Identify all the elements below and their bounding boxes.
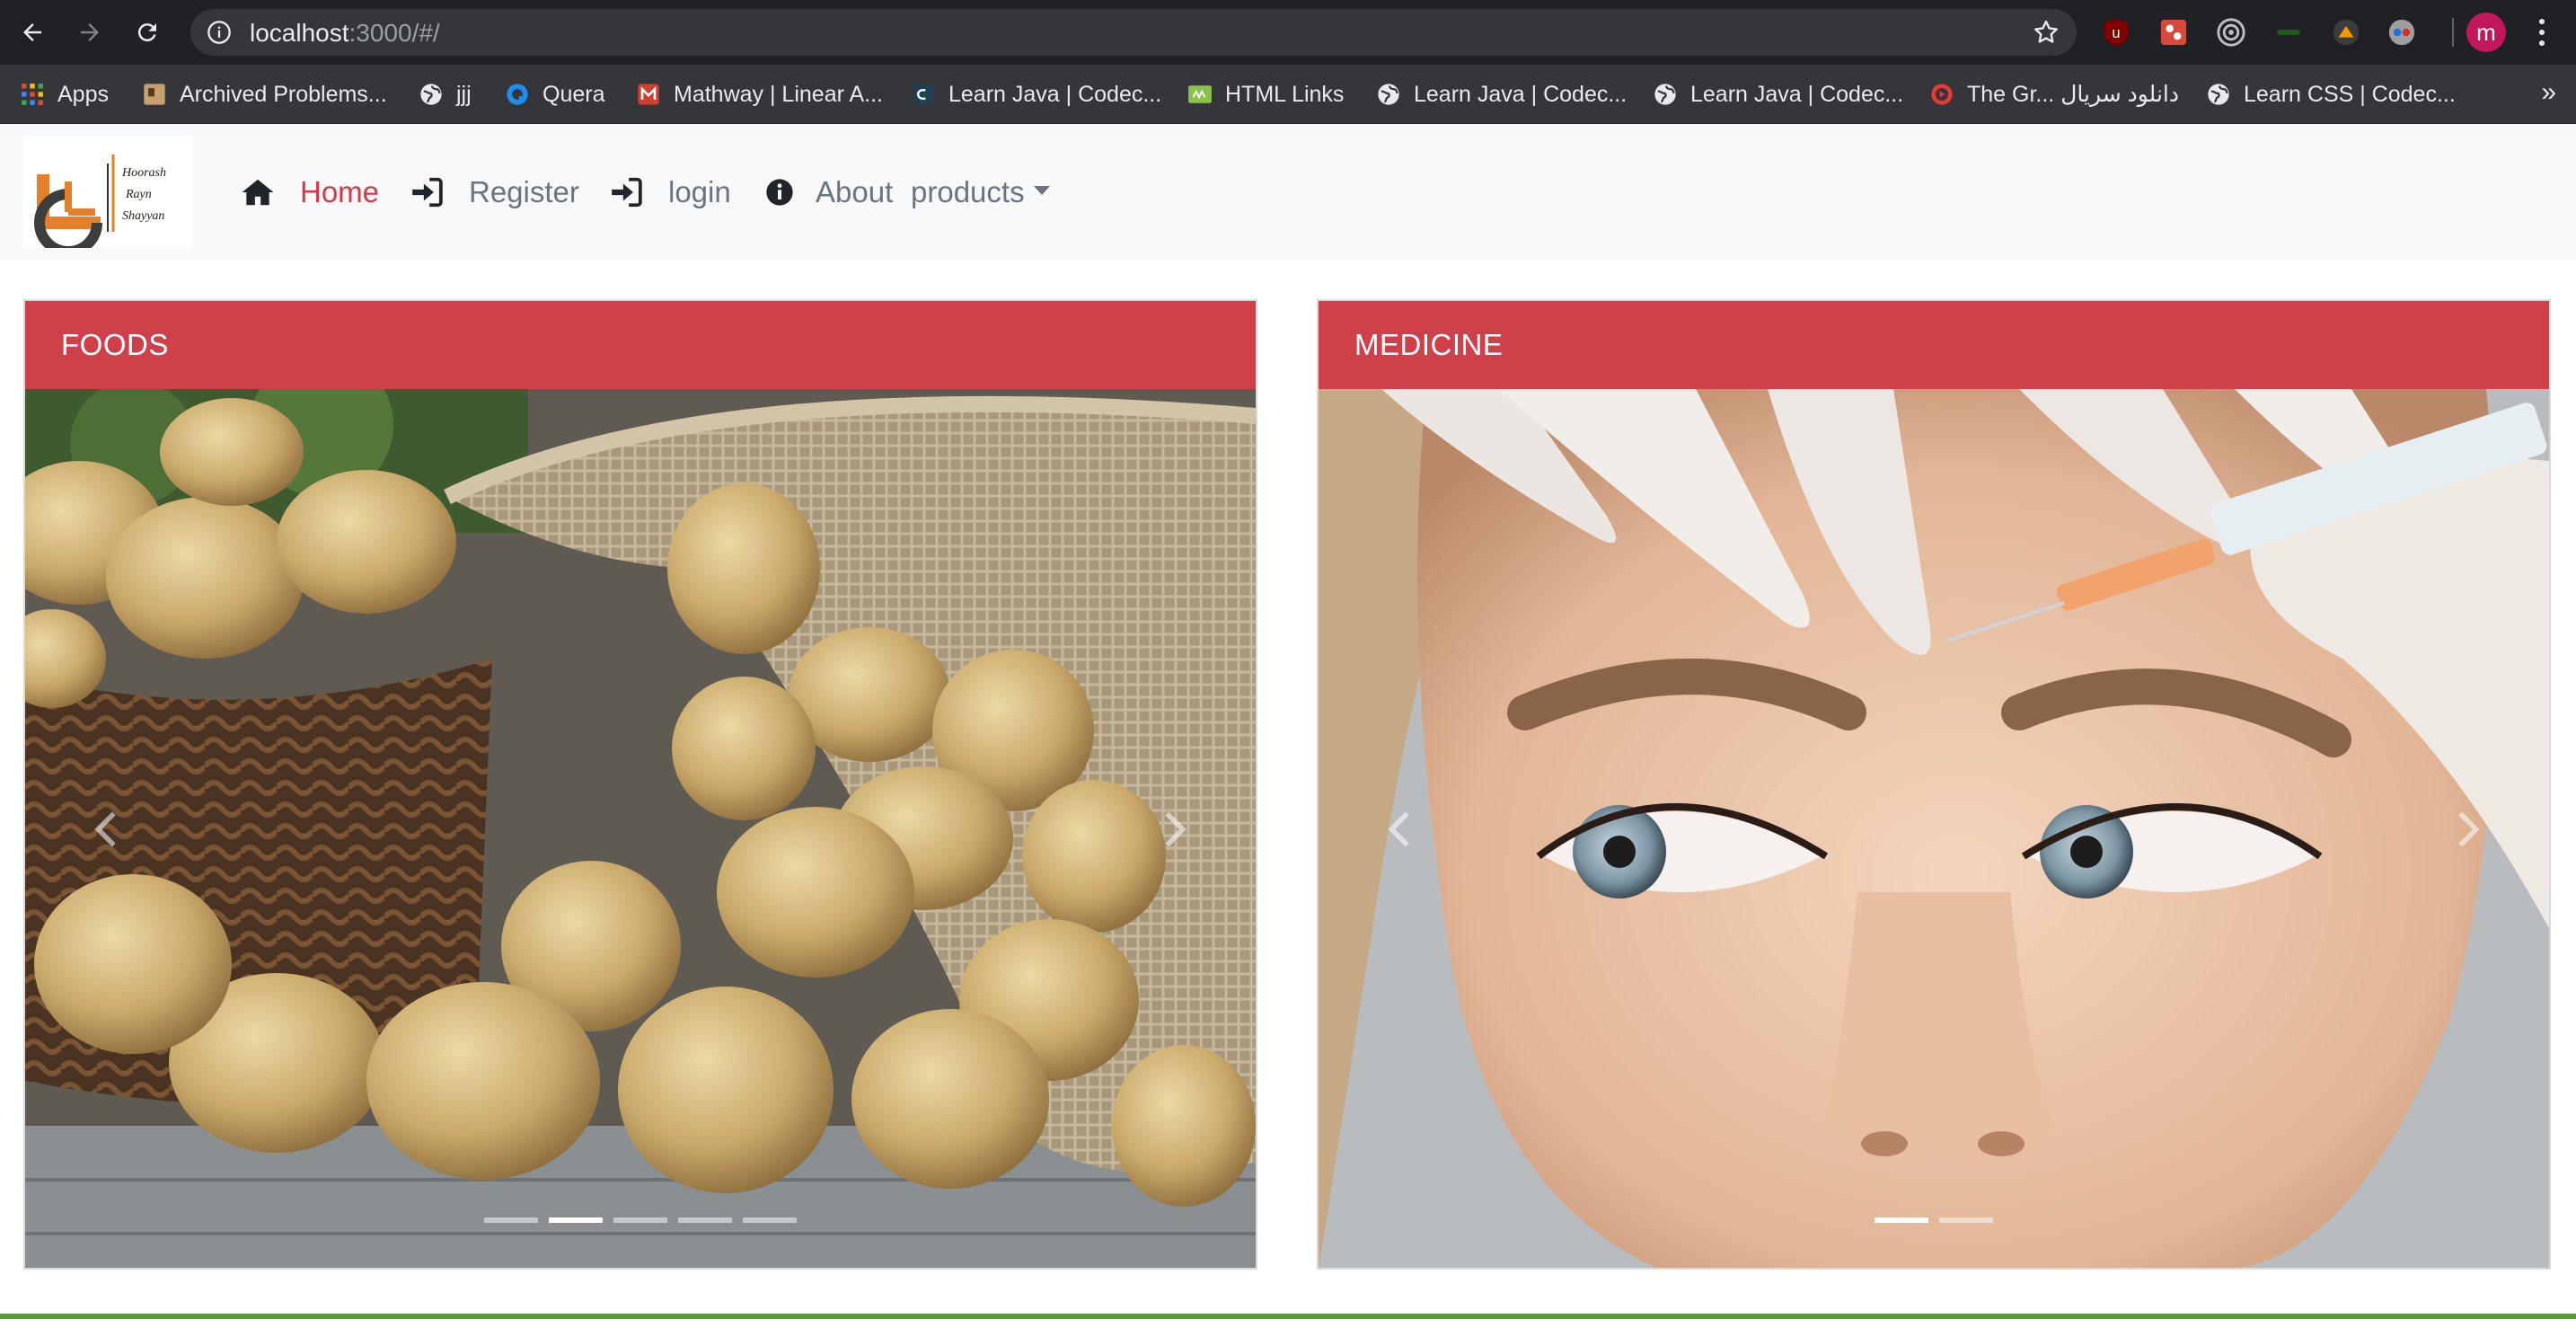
quera-icon <box>505 82 530 107</box>
carousel-next-button[interactable] <box>1139 784 1211 874</box>
browser-toolbar: localhost:3000/#/ u m <box>0 0 2576 65</box>
orange-extension-icon[interactable] <box>2328 14 2364 50</box>
card-title: FOODS <box>61 328 169 361</box>
globe-icon <box>1653 82 1678 107</box>
carousel-indicators <box>25 1217 1256 1223</box>
toolbar-divider <box>2452 18 2454 47</box>
nav-products-dropdown[interactable]: products <box>911 124 1050 261</box>
play-icon <box>1929 82 1954 107</box>
forward-icon[interactable] <box>70 13 110 52</box>
nav-login[interactable]: login <box>609 124 731 261</box>
reload-icon[interactable] <box>128 13 167 52</box>
bookmark-quera[interactable]: Quera <box>505 65 604 124</box>
green-extension-icon[interactable] <box>2271 14 2307 50</box>
bookmark-mathway[interactable]: Mathway | Linear A... <box>636 65 883 124</box>
bookmark-jjj[interactable]: jjj <box>419 65 472 124</box>
back-icon[interactable] <box>13 13 52 52</box>
info-icon[interactable] <box>207 20 232 45</box>
medicine-card: MEDICINE <box>1317 299 2551 1270</box>
medicine-carousel[interactable] <box>1319 389 2549 1268</box>
nav-register-label: Register <box>469 175 579 208</box>
puzzle-extension-icon[interactable] <box>2156 14 2192 50</box>
carousel-indicator[interactable] <box>613 1217 667 1223</box>
glasses-extension-icon[interactable] <box>2384 14 2420 50</box>
carousel-prev-button[interactable] <box>70 784 142 874</box>
profile-avatar[interactable]: m <box>2466 13 2506 52</box>
bookmark-label: jjj <box>456 81 472 107</box>
star-icon[interactable] <box>2032 18 2060 47</box>
nav-home[interactable]: Home <box>241 124 379 261</box>
bookmark-the-gr[interactable]: The Gr... دانلود سریال <box>1929 65 2179 124</box>
bookmark-label: Learn Java | Codec... <box>1414 81 1628 107</box>
bookmark-learn-java-1[interactable]: Learn Java | Codec... <box>911 65 1161 124</box>
apps-grid-icon <box>20 82 45 107</box>
bookmark-learn-css[interactable]: Learn CSS | Codec... <box>2206 65 2456 124</box>
mathway-icon <box>636 82 661 107</box>
bookmark-favicon <box>142 82 167 107</box>
carousel-indicator[interactable] <box>484 1217 538 1223</box>
bookmark-html-links[interactable]: HTML Links <box>1187 65 1344 124</box>
carousel-indicators <box>1319 1217 2549 1223</box>
globe-icon <box>419 82 444 107</box>
bookmark-learn-java-3[interactable]: Learn Java | Codec... <box>1653 65 1903 124</box>
url-text[interactable]: localhost:3000/#/ <box>250 19 440 48</box>
potatoes-image <box>25 389 1256 1268</box>
caret-down-icon <box>1033 186 1050 195</box>
url-path: :3000/#/ <box>348 19 440 47</box>
target-extension-icon[interactable] <box>2213 14 2249 50</box>
bookmark-label: Learn Java | Codec... <box>948 81 1162 107</box>
codecademy-icon <box>911 82 936 107</box>
bookmark-label: Archived Problems... <box>180 81 387 107</box>
globe-icon <box>1376 82 1401 107</box>
bookmark-archived-problems[interactable]: Archived Problems... <box>142 65 387 124</box>
bookmark-label: Quera <box>543 81 605 107</box>
sign-in-icon <box>410 175 444 209</box>
bookmarks-bar: Apps Archived Problems... jjj Quera Math… <box>0 65 2576 124</box>
foods-card: FOODS <box>23 299 1257 1270</box>
bookmark-label: Mathway | Linear A... <box>674 81 883 107</box>
globe-icon <box>2206 82 2231 107</box>
svg-text:u: u <box>2112 25 2120 41</box>
bookmark-learn-java-2[interactable]: Learn Java | Codec... <box>1376 65 1627 124</box>
injection-face-image <box>1319 389 2549 1268</box>
foods-card-header: FOODS <box>25 301 1256 389</box>
bookmark-apps[interactable]: Apps <box>20 65 109 124</box>
carousel-indicator[interactable] <box>743 1217 797 1223</box>
nav-about-label: About <box>816 175 894 208</box>
bookmark-label: The Gr... دانلود سریال <box>1967 82 2179 107</box>
foods-carousel[interactable] <box>25 389 1256 1268</box>
address-bar[interactable]: localhost:3000/#/ <box>190 9 2077 56</box>
sign-in-icon <box>609 175 643 209</box>
nav-home-label: Home <box>300 175 380 208</box>
nav-about[interactable]: About <box>765 124 893 261</box>
browser-menu-icon[interactable] <box>2526 16 2558 49</box>
medicine-card-header: MEDICINE <box>1319 301 2549 389</box>
carousel-next-button[interactable] <box>2432 784 2504 874</box>
nav-register[interactable]: Register <box>410 124 579 261</box>
carousel-prev-button[interactable] <box>1363 784 1435 874</box>
url-host: localhost <box>250 19 349 47</box>
ublock-extension-icon[interactable]: u <box>2098 14 2134 50</box>
logo-line: Shayyan <box>122 209 164 223</box>
bookmark-label: Learn Java | Codec... <box>1690 81 1904 107</box>
bookmark-label: Learn CSS | Codec... <box>2244 81 2456 107</box>
app-navbar: Hoorash Rayn Shayyan Home Register login… <box>0 124 2576 261</box>
nav-products-label: products <box>911 175 1025 208</box>
html-links-icon <box>1187 82 1213 107</box>
nav-login-label: login <box>668 175 731 208</box>
carousel-indicator[interactable] <box>678 1217 732 1223</box>
carousel-indicator-active[interactable] <box>549 1217 603 1223</box>
logo-line: Rayn <box>125 188 152 201</box>
home-icon <box>241 175 275 209</box>
carousel-indicator[interactable] <box>1939 1217 1993 1223</box>
brand-logo[interactable]: Hoorash Rayn Shayyan <box>23 137 192 257</box>
bookmark-label: Apps <box>57 81 109 107</box>
info-circle-icon <box>765 178 794 207</box>
logo-line: Hoorash <box>121 166 166 180</box>
bookmark-label: HTML Links <box>1225 81 1345 107</box>
carousel-indicator-active[interactable] <box>1875 1217 1928 1223</box>
footer-border <box>0 1314 2576 1319</box>
card-title: MEDICINE <box>1354 328 1504 361</box>
bookmarks-overflow-button[interactable]: » <box>2541 77 2556 108</box>
